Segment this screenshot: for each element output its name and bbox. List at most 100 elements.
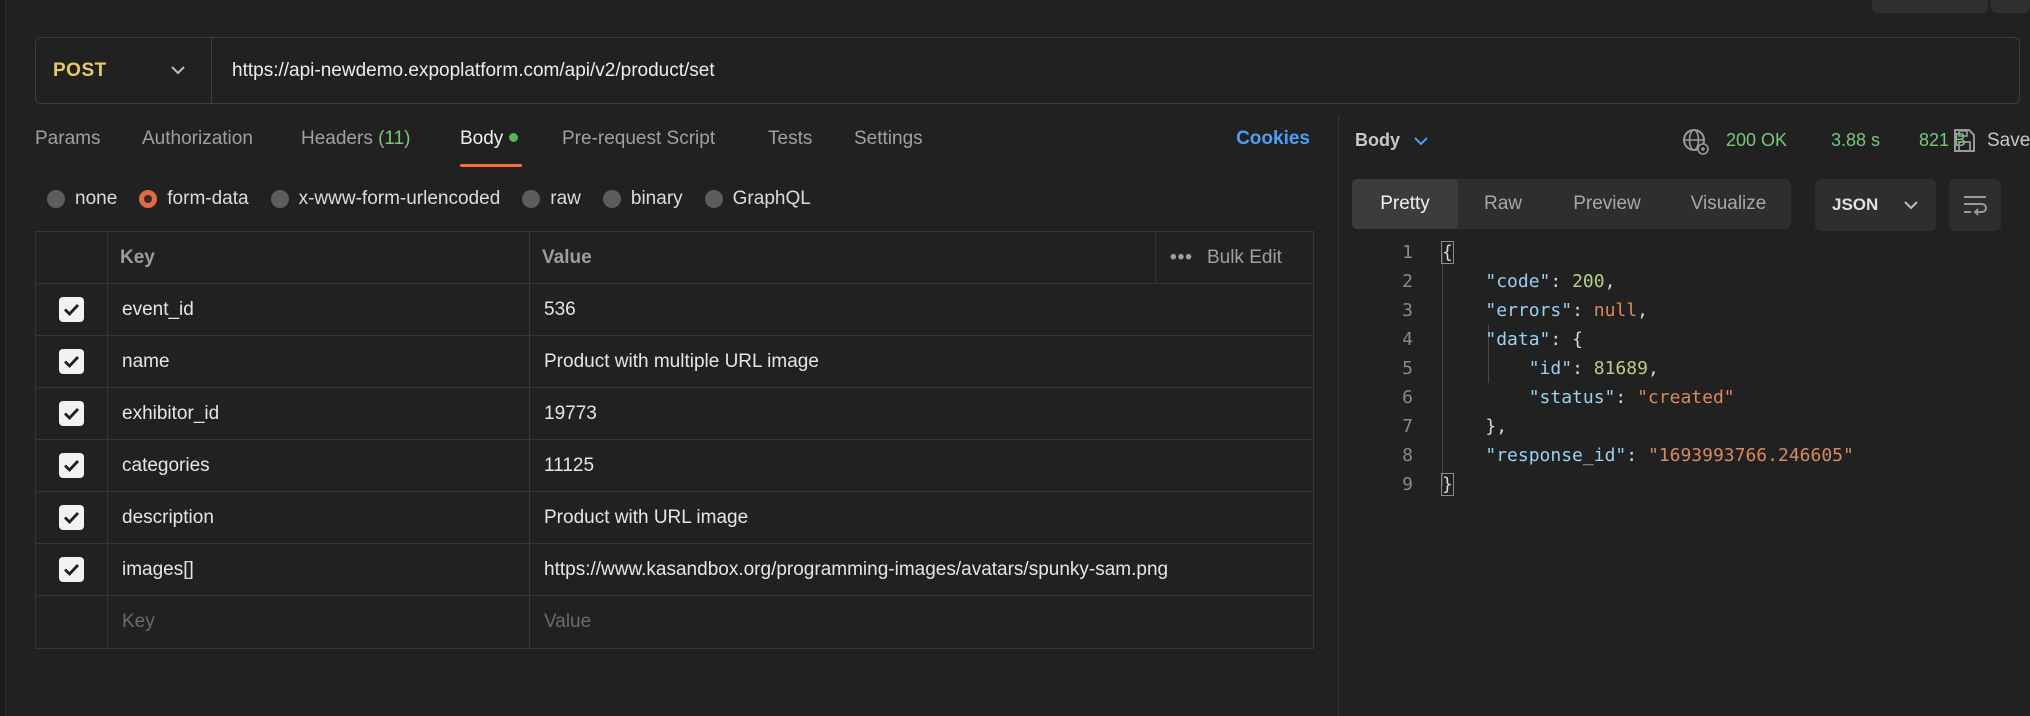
json-brace: { <box>1572 329 1583 350</box>
row-key-field[interactable]: categories <box>108 440 530 491</box>
tab-raw[interactable]: Raw <box>1458 179 1548 229</box>
checkmark-icon <box>64 304 80 316</box>
row-checkbox[interactable] <box>59 453 84 478</box>
tab-prerequest-script[interactable]: Pre-request Script <box>562 128 715 150</box>
radio-label: none <box>75 188 118 209</box>
body-type-selector: none form-data x-www-form-urlencoded raw… <box>47 184 833 214</box>
checkmark-icon <box>64 356 80 368</box>
line-number: 7 <box>1402 416 1413 437</box>
row-checkbox[interactable] <box>59 557 84 582</box>
header-check-cell <box>36 232 108 283</box>
radio-label: binary <box>630 188 683 209</box>
tab-pretty[interactable]: Pretty <box>1352 179 1458 229</box>
radio-raw[interactable]: raw <box>522 188 581 210</box>
radio-circle-selected <box>139 190 158 208</box>
table-row: images[] https://www.kasandbox.org/progr… <box>36 544 1313 596</box>
code-line: 6 "status": "created" <box>1355 383 2030 412</box>
json-key: "code" <box>1485 271 1551 292</box>
row-value-field[interactable]: https://www.kasandbox.org/programming-im… <box>530 544 1313 595</box>
form-data-table: Key Value ••• Bulk Edit event_id 536 name… <box>35 231 1314 649</box>
top-toolbar-button-2[interactable] <box>1991 0 2030 13</box>
chevron-down-icon <box>1414 137 1428 146</box>
row-value-field[interactable]: Product with multiple URL image <box>530 336 1313 387</box>
code-line: 1{ <box>1355 238 2030 267</box>
active-tab-underline <box>460 164 522 167</box>
checkmark-icon <box>64 460 80 472</box>
request-url-bar: POST https://api-newdemo.expoplatform.co… <box>35 37 2020 104</box>
radio-label: x-www-form-urlencoded <box>298 188 501 209</box>
row-value-field[interactable]: 11125 <box>530 440 1313 491</box>
globe-icon[interactable] <box>1682 128 1710 156</box>
line-number: 1 <box>1402 242 1413 263</box>
new-value-input[interactable]: Value <box>530 596 1313 648</box>
row-key-field[interactable]: description <box>108 492 530 543</box>
tab-tests[interactable]: Tests <box>768 128 812 150</box>
radio-graphql[interactable]: GraphQL <box>704 188 811 210</box>
save-response-button[interactable]: Save <box>1987 130 2030 152</box>
checkmark-icon <box>64 408 80 420</box>
tab-visualize[interactable]: Visualize <box>1666 179 1791 229</box>
row-value-field[interactable]: Product with URL image <box>530 492 1313 543</box>
tab-settings[interactable]: Settings <box>854 128 923 150</box>
radio-none[interactable]: none <box>47 188 117 210</box>
table-row: categories 11125 <box>36 440 1313 492</box>
tab-body-label: Body <box>460 128 504 149</box>
radio-circle <box>704 190 723 208</box>
code-line: 5 "id": 81689, <box>1355 354 2030 383</box>
pane-divider[interactable] <box>1338 115 1339 716</box>
status-code[interactable]: 200 OK <box>1726 130 1787 151</box>
method-label: POST <box>53 59 107 81</box>
line-number: 4 <box>1402 329 1413 350</box>
key-column-header: Key <box>108 232 530 283</box>
table-row-empty: Key Value <box>36 596 1313 648</box>
json-key: "data" <box>1485 329 1551 350</box>
response-code-view[interactable]: 1{ 2 "code": 200, 3 "errors": null, 4 "d… <box>1355 238 2030 499</box>
response-time[interactable]: 3.88 s <box>1831 130 1880 151</box>
wrap-lines-icon <box>1964 196 1987 216</box>
tab-authorization[interactable]: Authorization <box>142 128 253 150</box>
row-key-field[interactable]: images[] <box>108 544 530 595</box>
row-value-field[interactable]: 536 <box>530 284 1313 335</box>
row-key-field[interactable]: event_id <box>108 284 530 335</box>
table-row: name Product with multiple URL image <box>36 336 1313 388</box>
table-row: exhibitor_id 19773 <box>36 388 1313 440</box>
tab-headers-label: Headers <box>301 128 373 149</box>
code-line: 8 "response_id": "1693993766.246605" <box>1355 441 2030 470</box>
top-toolbar-button[interactable] <box>1872 0 1988 13</box>
line-number: 6 <box>1402 387 1413 408</box>
radio-binary[interactable]: binary <box>602 188 683 210</box>
save-icon[interactable] <box>1952 128 1976 154</box>
more-options-icon[interactable]: ••• <box>1170 247 1193 269</box>
chevron-down-icon <box>1904 200 1918 209</box>
row-checkbox[interactable] <box>59 349 84 374</box>
tab-preview[interactable]: Preview <box>1548 179 1666 229</box>
row-check-cell <box>36 544 108 595</box>
new-key-input[interactable]: Key <box>108 596 530 648</box>
row-key-field[interactable]: exhibitor_id <box>108 388 530 439</box>
row-checkbox[interactable] <box>59 297 84 322</box>
row-checkbox[interactable] <box>59 505 84 530</box>
row-value-field[interactable]: 19773 <box>530 388 1313 439</box>
headers-count-badge: (11) <box>378 128 411 149</box>
bulk-edit-button[interactable]: ••• Bulk Edit <box>1155 232 1313 283</box>
bulk-edit-label: Bulk Edit <box>1206 246 1282 268</box>
row-check-cell <box>36 492 108 543</box>
format-select[interactable]: JSON <box>1815 179 1936 231</box>
url-input[interactable]: https://api-newdemo.expoplatform.com/api… <box>212 60 715 82</box>
json-null: null <box>1593 300 1638 321</box>
row-checkbox[interactable] <box>59 401 84 426</box>
radio-x-www-form-urlencoded[interactable]: x-www-form-urlencoded <box>270 188 501 210</box>
method-select[interactable]: POST <box>36 38 212 103</box>
json-number: 200 <box>1572 271 1605 292</box>
response-view-tabs: Pretty Raw Preview Visualize <box>1352 179 1791 229</box>
json-key: "response_id" <box>1485 445 1627 466</box>
radio-form-data[interactable]: form-data <box>139 188 249 210</box>
cookies-link[interactable]: Cookies <box>1236 128 1310 150</box>
tab-headers[interactable]: Headers (11) <box>301 128 411 150</box>
response-body-dropdown[interactable]: Body <box>1355 130 1428 151</box>
tab-params[interactable]: Params <box>35 128 100 150</box>
wrap-lines-button[interactable] <box>1949 179 2001 231</box>
row-key-field[interactable]: name <box>108 336 530 387</box>
tab-body[interactable]: Body <box>460 128 519 150</box>
table-row: description Product with URL image <box>36 492 1313 544</box>
